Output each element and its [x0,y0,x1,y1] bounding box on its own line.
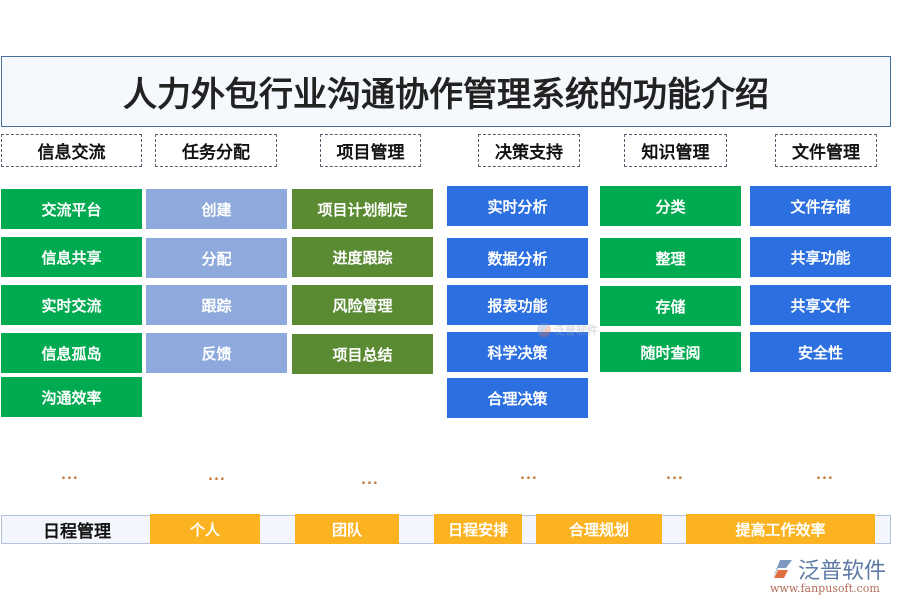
feature-box: 共享文件 [750,285,891,325]
more-ellipsis: ... [520,468,538,483]
feature-box: 科学决策 [447,332,588,372]
more-ellipsis: ... [208,469,226,484]
feature-box: 安全性 [750,332,891,372]
feature-box: 文件存储 [750,186,891,226]
feature-box: 跟踪 [146,285,287,325]
category-header-project-management: 项目管理 [320,134,421,167]
more-ellipsis: ... [61,468,79,483]
schedule-item: 提高工作效率 [686,514,875,544]
feature-box: 交流平台 [1,189,142,229]
more-ellipsis: ... [666,468,684,483]
category-header-info-exchange: 信息交流 [1,134,142,167]
category-header-decision-support: 决策支持 [478,134,580,167]
category-header-knowledge-management: 知识管理 [624,134,727,167]
feature-box: 数据分析 [447,238,588,278]
more-ellipsis: ... [816,468,834,483]
feature-box: 报表功能 [447,285,588,325]
feature-box: 共享功能 [750,237,891,277]
feature-box: 信息共享 [1,237,142,277]
feature-box: 分配 [146,238,287,278]
feature-box: 反馈 [146,333,287,373]
feature-box: 风险管理 [292,285,433,325]
feature-box: 合理决策 [447,378,588,418]
feature-box: 沟通效率 [1,377,142,417]
feature-box: 随时查阅 [600,332,741,372]
more-ellipsis: ... [361,473,379,488]
fanpu-logo-icon [773,560,792,578]
schedule-item: 日程安排 [434,514,522,544]
feature-box: 项目计划制定 [292,189,433,229]
category-header-file-management: 文件管理 [775,134,877,167]
brand-logo: 泛普软件 www.fanpusoft.com [768,553,893,597]
feature-box: 实时交流 [1,285,142,325]
schedule-item: 个人 [150,514,260,544]
feature-box: 进度跟踪 [292,237,433,277]
feature-box: 存储 [600,286,741,326]
feature-box: 信息孤岛 [1,333,142,373]
page-title: 人力外包行业沟通协作管理系统的功能介绍 [1,56,891,127]
schedule-label: 日程管理 [43,522,111,542]
feature-box: 项目总结 [292,334,433,374]
feature-box: 实时分析 [447,186,588,226]
brand-name: 泛普软件 [798,559,887,584]
brand-url: www.fanpusoft.com [770,582,880,595]
watermark-text: 泛普软件 [554,324,598,337]
category-header-task-assignment: 任务分配 [155,134,277,167]
brand-logo-icon [537,323,551,337]
watermark: 泛普软件 [537,322,598,338]
schedule-item: 团队 [295,514,399,544]
feature-box: 创建 [146,189,287,229]
feature-box: 整理 [600,238,741,278]
schedule-item: 合理规划 [536,514,662,544]
feature-box: 分类 [600,186,741,226]
